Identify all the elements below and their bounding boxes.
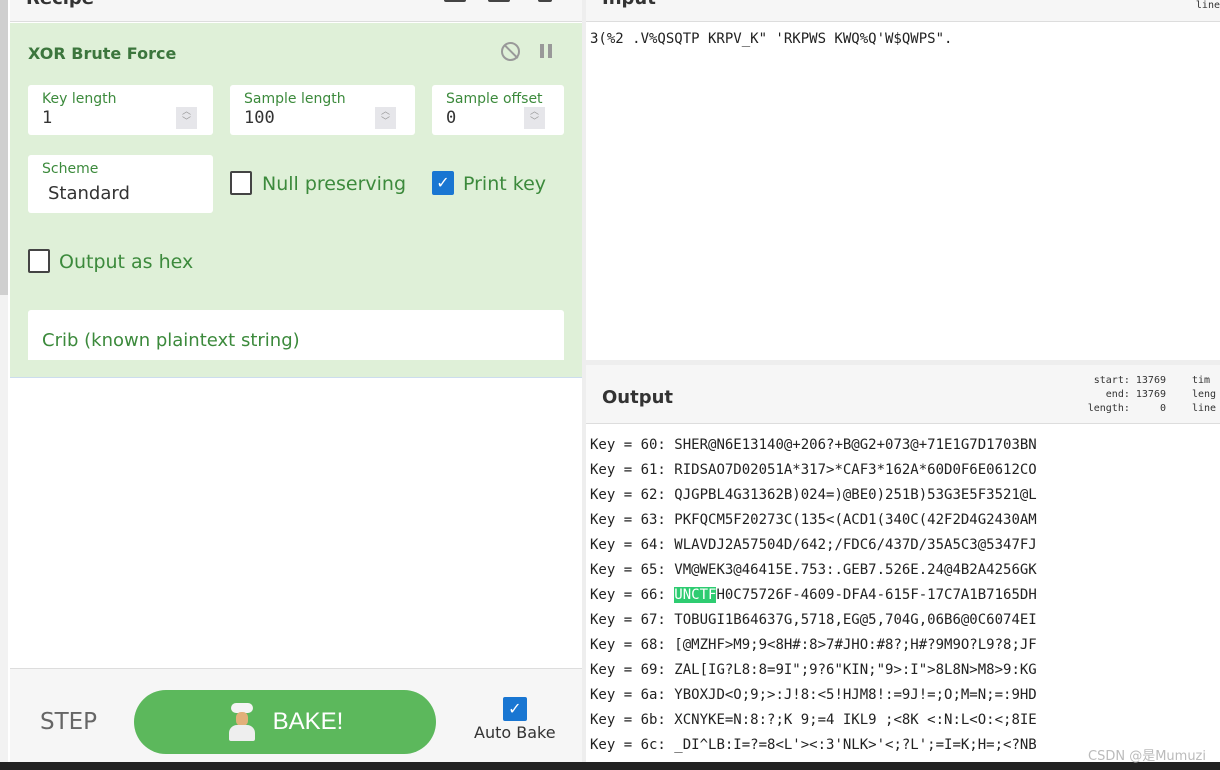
output-panel: Output start: 13769 end: 13769 length: 0 t… [586,365,1220,762]
output-line: Key = 65: VM@WEK3@46415E.753:.GEB7.526E.… [590,558,1037,583]
controls-bar: STEP BAKE! ✓ Auto Bake [10,668,582,762]
input-title: Input [602,0,656,9]
output-hex-label: Output as hex [59,251,194,273]
null-preserving-label: Null preserving [262,173,407,195]
output-header: Output start: 13769 end: 13769 length: 0 t… [586,365,1220,424]
output-line: Key = 67: TOBUGI1B64637G,5718,EG@5,704G,… [590,608,1037,633]
output-line: Key = 68: [@MZHF>M9;9<8H#:8>7#JHO:#8?;H#… [590,633,1037,658]
decoded-text: [@MZHF>M9;9<8H#:8>7#JHO:#8?;H#?9M9O?L9?8… [674,637,1037,653]
decoded-text: RIDSAO7D02051A*317>*CAF3*162A*60D0F6E061… [674,462,1037,478]
decoded-text: PKFQCM5F20273C(135<(ACD1(340C(42F2D4G243… [674,512,1037,528]
output-line: Key = 63: PKFQCM5F20273C(135<(ACD1(340C(… [590,508,1037,533]
save-icon[interactable] [444,0,466,2]
scheme-value[interactable]: Standard [48,183,130,204]
decoded-text: QJGPBL4G31362B)024=)@BE0)251B)53G3E5F352… [674,487,1037,503]
decoded-text: VM@WEK3@46415E.753:.GEB7.526E.24@4B2A425… [674,562,1037,578]
watermark: CSDN @是Mumuzi [1088,749,1206,764]
key-prefix: Key = 67: [590,612,675,628]
decoded-text: WLAVDJ2A57504D/642;/FDC6/437D/35A5C3@534… [674,537,1037,553]
key-prefix: Key = 69: [590,662,675,678]
key-prefix: Key = 6b: [590,712,675,728]
output-title: Output [602,387,674,408]
scheme-select[interactable]: Scheme Standard [28,155,213,213]
load-icon[interactable] [488,0,510,2]
sample-offset-field[interactable]: Sample offset 0 ︿ ﹀ [432,85,564,135]
chef-icon [227,703,257,741]
output-line: Key = 69: ZAL[IG?L8:8=9I";9?6"KIN;"9>:I"… [590,658,1037,683]
left-scrollbar[interactable] [0,0,8,295]
search-highlight: UNCTF [674,587,717,603]
operation-xor-brute-force: XOR Brute Force Key length 1 ︿ ﹀ Sample l… [10,23,582,378]
key-prefix: Key = 68: [590,637,675,653]
output-line: Key = 66: UNCTFH0C75726F-4609-DFA4-615F-… [590,583,1037,608]
decoded-text: YBOXJD<O;9;>:J!8:<5!HJM8!:=9J!=;O;M=N;=:… [674,687,1037,703]
key-prefix: Key = 6c: [590,737,675,753]
auto-bake-checkbox[interactable]: ✓ [502,697,527,721]
output-selection-stats: start: 13769 end: 13769 length: 0 [1087,375,1166,414]
step-button[interactable]: STEP [40,709,97,735]
key-prefix: Key = 61: [590,462,675,478]
output-line: Key = 6c: _DI^LB:I=?=8<L'><:3'NLK>'<;?L'… [590,733,1037,758]
key-prefix: Key = 64: [590,537,675,553]
input-textarea[interactable]: 3(%2 .V%QSQTP KRPV_K" 'RKPWS KWQ%Q'W$QWP… [590,31,952,47]
print-key-label: Print key [463,173,547,195]
output-text[interactable]: Key = 60: SHER@N6E13140@+206?+B@G2+073@+… [590,433,1037,758]
sample-length-label: Sample length [244,91,346,107]
output-line: Key = 62: QJGPBL4G31362B)024=)@BE0)251B)… [590,483,1037,508]
decoded-text: _DI^LB:I=?=8<L'><:3'NLK>'<;?L';=I=K;H=;<… [674,737,1037,753]
print-key-checkbox[interactable]: ✓ [432,171,454,195]
null-preserving-checkbox[interactable] [230,171,252,195]
auto-bake[interactable]: ✓ Auto Bake [474,697,556,742]
left-scrollbar-track [0,295,8,762]
output-stats: tim leng line [1192,375,1217,414]
decoded-text: H0C75726F-4609-DFA4-615F-17C7A1B7165DH [716,587,1037,603]
key-length-field[interactable]: Key length 1 ︿ ﹀ [28,85,213,135]
spinner-icon[interactable]: ︿ ﹀ [176,107,197,129]
scheme-label: Scheme [42,161,99,177]
output-line: Key = 6a: YBOXJD<O;9;>:J!8:<5!HJM8!:=9J!… [590,683,1037,708]
output-line: Key = 64: WLAVDJ2A57504D/642;/FDC6/437D/… [590,533,1037,558]
output-line: Key = 61: RIDSAO7D02051A*317>*CAF3*162A*… [590,458,1037,483]
sample-length-input[interactable]: 100 [244,108,275,128]
input-panel: Input line 3(%2 .V%QSQTP KRPV_K" 'RKPWS … [586,0,1220,360]
decoded-text: XCNYKE=N:8:?;K 9;=4 IKL9 ;<8K <:N:L<O:<;… [674,712,1037,728]
key-prefix: Key = 62: [590,487,675,503]
sample-length-field[interactable]: Sample length 100 ︿ ﹀ [230,85,415,135]
crib-input[interactable]: Crib (known plaintext string) [28,310,564,360]
decoded-text: ZAL[IG?L8:8=9I";9?6"KIN;"9>:I">8L8N>M8>9… [674,662,1037,678]
recipe-title: Recipe [26,0,94,9]
recipe-header: Recipe [10,0,582,22]
key-prefix: Key = 65: [590,562,675,578]
key-prefix: Key = 63: [590,512,675,528]
taskbar [0,762,1220,770]
sample-offset-label: Sample offset [446,91,543,107]
trash-icon[interactable] [538,0,552,2]
input-header: Input line [586,0,1220,22]
auto-bake-label: Auto Bake [474,723,556,742]
output-hex-checkbox[interactable] [28,249,50,273]
crib-placeholder: Crib (known plaintext string) [42,330,300,351]
key-prefix: Key = 6a: [590,687,675,703]
output-line: Key = 6b: XCNYKE=N:8:?;K 9;=4 IKL9 ;<8K … [590,708,1037,733]
bake-button[interactable]: BAKE! [134,690,436,754]
output-line: Key = 60: SHER@N6E13140@+206?+B@G2+073@+… [590,433,1037,458]
spinner-icon[interactable]: ︿ ﹀ [524,107,545,129]
decoded-text: TOBUGI1B64637G,5718,EG@5,704G,06B6@0C607… [674,612,1037,628]
input-lines-stat: line [1195,0,1220,11]
decoded-text: SHER@N6E13140@+206?+B@G2+073@+71E1G7D170… [674,437,1037,453]
sample-offset-input[interactable]: 0 [446,108,456,128]
bake-label: BAKE! [272,708,344,735]
operation-title: XOR Brute Force [28,44,177,63]
key-length-label: Key length [42,91,117,107]
disable-icon[interactable] [501,42,520,61]
pause-icon[interactable] [540,44,552,58]
key-prefix: Key = 66: [590,587,675,603]
key-length-input[interactable]: 1 [42,108,52,128]
recipe-panel: Recipe XOR Brute Force Key length 1 ︿﹀ S… [10,0,582,762]
spinner-icon[interactable]: ︿ ﹀ [375,107,396,129]
key-prefix: Key = 60: [590,437,675,453]
